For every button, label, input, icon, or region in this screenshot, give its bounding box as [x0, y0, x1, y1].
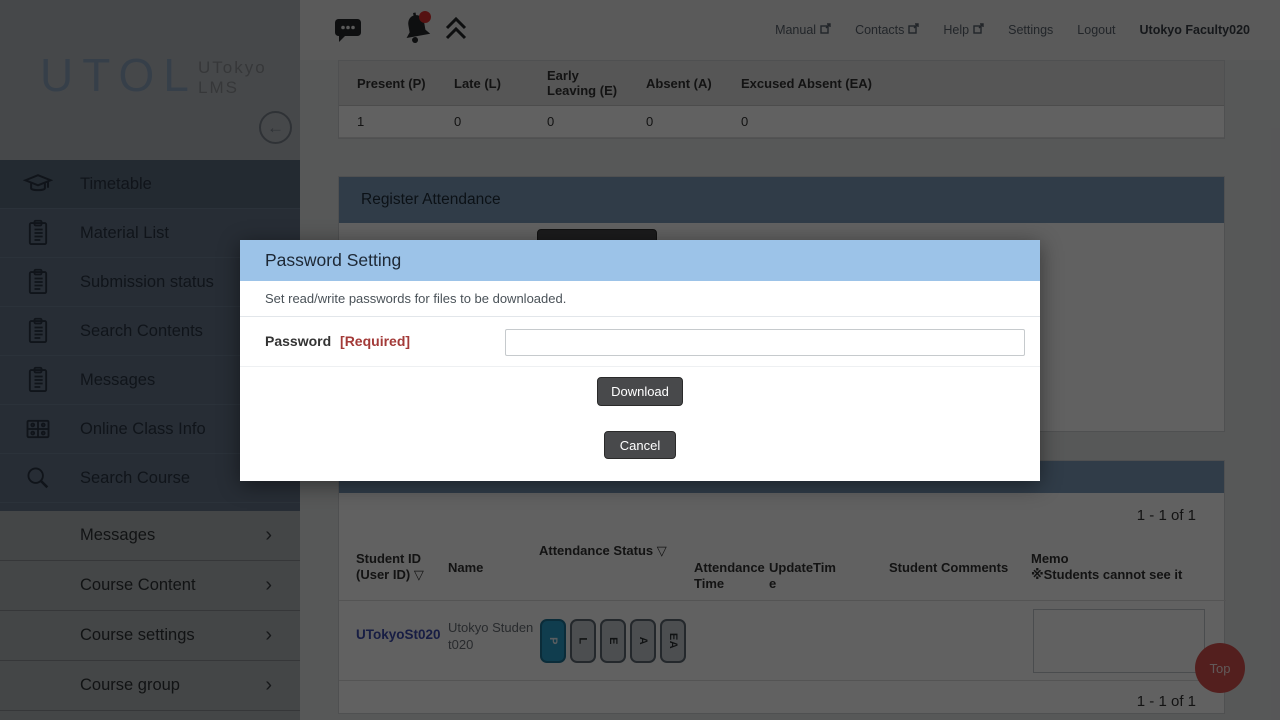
password-form-row: Password [Required]	[240, 317, 1040, 367]
password-label: Password [Required]	[265, 333, 410, 349]
password-setting-modal: Password Setting Set read/write password…	[240, 240, 1040, 481]
cancel-button[interactable]: Cancel	[604, 431, 676, 459]
modal-description: Set read/write passwords for files to be…	[240, 281, 1040, 317]
password-input[interactable]	[505, 329, 1025, 356]
modal-header: Password Setting	[240, 240, 1040, 281]
download-button[interactable]: Download	[597, 377, 683, 406]
password-label-text: Password	[265, 333, 331, 349]
modal-title: Password Setting	[265, 250, 401, 271]
required-badge: [Required]	[340, 333, 410, 349]
